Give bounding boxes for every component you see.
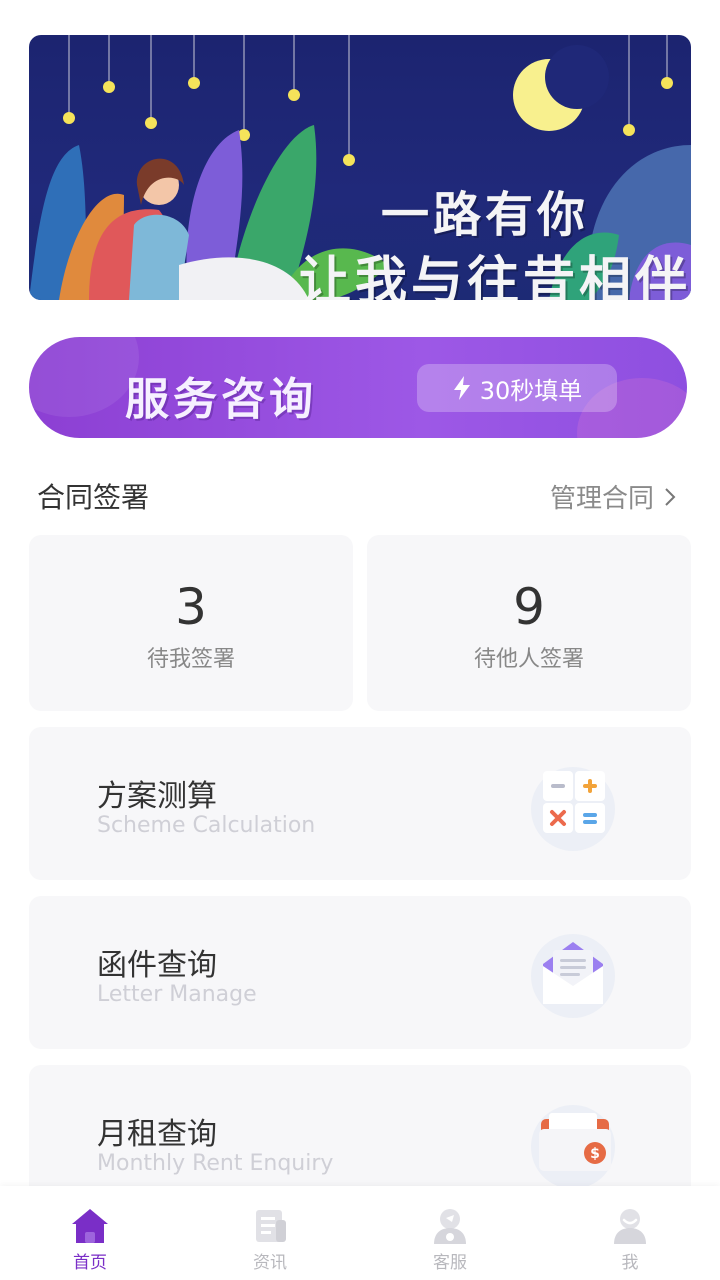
- manage-contracts-link[interactable]: 管理合同: [550, 478, 676, 515]
- tab-label: 首页: [73, 1253, 107, 1273]
- banner-headline: 一路有你: [381, 187, 590, 243]
- news-icon: [256, 1210, 286, 1242]
- profile-icon: [614, 1209, 646, 1244]
- customer-service-icon: [434, 1209, 466, 1244]
- section-title: 合同签署: [37, 481, 150, 514]
- stat-value: 9: [513, 578, 545, 636]
- wallet-icon: $: [531, 1105, 615, 1189]
- card-title: 函件查询: [97, 948, 217, 983]
- tab-home[interactable]: 首页: [0, 1186, 180, 1280]
- lightning-icon: [453, 376, 470, 400]
- tab-label: 我: [621, 1253, 639, 1273]
- chevron-right-icon: [665, 487, 676, 506]
- stat-label: 待我签署: [146, 647, 235, 672]
- quick-form-button[interactable]: 30秒填单: [417, 364, 617, 412]
- tab-customer-service[interactable]: 客服: [360, 1186, 540, 1280]
- stat-value: 3: [175, 578, 207, 636]
- tab-news[interactable]: 资讯: [180, 1186, 360, 1280]
- envelope-icon: [531, 934, 615, 1018]
- card-subtitle: Scheme Calculation: [97, 813, 316, 838]
- card-subtitle: Letter Manage: [97, 982, 257, 1007]
- card-subtitle: Monthly Rent Enquiry: [97, 1151, 334, 1176]
- service-consultation-banner[interactable]: 服务咨询 30秒填单: [29, 337, 687, 438]
- home-icon: [72, 1209, 108, 1243]
- scheme-calculation-card[interactable]: 方案测算 Scheme Calculation: [29, 727, 691, 880]
- banner-carousel[interactable]: 一路有你 让我与往昔相伴: [29, 35, 691, 300]
- calculator-icon: [531, 767, 615, 851]
- tab-profile[interactable]: 我: [540, 1186, 720, 1280]
- quick-form-label: 30秒填单: [479, 376, 583, 405]
- pending-others-signature-card[interactable]: 9 待他人签署: [367, 535, 691, 711]
- bottom-tab-bar: 首页 资讯 客服 我: [0, 1186, 720, 1280]
- card-title: 月租查询: [97, 1117, 217, 1152]
- stat-label: 待他人签署: [473, 647, 584, 672]
- service-title: 服务咨询: [125, 374, 317, 425]
- pending-my-signature-card[interactable]: 3 待我签署: [29, 535, 353, 711]
- tab-label: 客服: [433, 1253, 467, 1273]
- banner-subheadline: 让我与往昔相伴: [299, 252, 691, 300]
- manage-contracts-label: 管理合同: [549, 484, 654, 514]
- card-title: 方案测算: [97, 779, 217, 814]
- svg-text:$: $: [590, 1146, 600, 1162]
- letter-manage-card[interactable]: 函件查询 Letter Manage: [29, 896, 691, 1049]
- tab-label: 资讯: [253, 1253, 287, 1273]
- decor-blob: [29, 337, 139, 417]
